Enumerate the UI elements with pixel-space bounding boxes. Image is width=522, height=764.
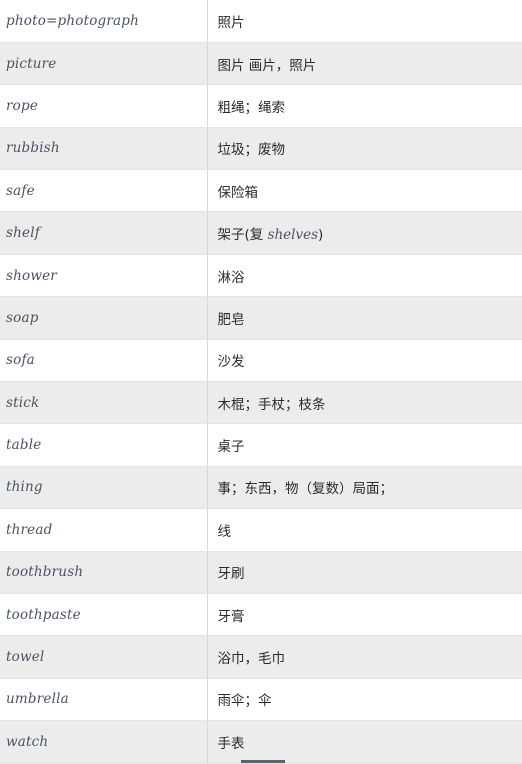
vocabulary-table: photo=photograph 照片 picture 图片 画片，照片 rope 粗绳；…	[0, 0, 522, 764]
chinese-gloss-cell: 淋浴	[207, 254, 522, 298]
vocabulary-table-body: photo=photograph 照片 picture 图片 画片，照片 rope 粗绳；…	[0, 0, 522, 764]
table-row[interactable]: rubbish 垃圾；废物	[0, 127, 522, 171]
english-term-cell: shelf	[0, 211, 208, 255]
table-row[interactable]: safe 保险箱	[0, 169, 522, 213]
table-row[interactable]: sofa 沙发	[0, 339, 522, 383]
gloss-latin-fragment: shelves	[267, 227, 319, 244]
table-row[interactable]: thing 事；东西，物（复数）局面；	[0, 466, 522, 510]
table-row[interactable]: shower 淋浴	[0, 254, 522, 298]
table-row[interactable]: towel 浴巾，毛巾	[0, 635, 522, 679]
chinese-gloss-cell: 垃圾；废物	[207, 127, 522, 171]
table-row[interactable]: table 桌子	[0, 423, 522, 467]
gloss-prefix: 架子(复	[217, 227, 268, 244]
chinese-gloss-cell: 事；东西，物（复数）局面；	[207, 466, 522, 510]
english-term-cell: stick	[0, 381, 208, 425]
english-term-cell: towel	[0, 635, 208, 679]
table-row[interactable]: picture 图片 画片，照片	[0, 42, 522, 86]
table-row[interactable]: shelf 架子(复 shelves)	[0, 211, 522, 255]
table-row[interactable]: soap 肥皂	[0, 296, 522, 340]
english-term-cell: safe	[0, 169, 208, 213]
chinese-gloss-cell: 架子(复 shelves)	[207, 211, 522, 255]
chinese-gloss-cell: 粗绳；绳索	[207, 84, 522, 128]
chinese-gloss-cell: 保险箱	[207, 169, 522, 213]
english-term-cell: toothbrush	[0, 551, 208, 594]
chinese-gloss-cell: 手表	[207, 720, 522, 764]
english-term-cell: table	[0, 423, 208, 467]
chinese-gloss-cell: 照片	[207, 0, 522, 43]
english-term-cell: rubbish	[0, 127, 208, 171]
table-row[interactable]: photo=photograph 照片	[0, 0, 522, 43]
english-term-cell: watch	[0, 720, 208, 764]
table-row[interactable]: toothbrush 牙刷	[0, 551, 522, 594]
english-term-cell: toothpaste	[0, 593, 208, 637]
english-term-cell: sofa	[0, 339, 208, 383]
table-row[interactable]: umbrella 雨伞；伞	[0, 678, 522, 722]
chinese-gloss-cell: 木棍；手杖；枝条	[207, 381, 522, 425]
chinese-gloss-cell: 牙膏	[207, 593, 522, 637]
chinese-gloss-cell: 牙刷	[207, 551, 522, 594]
english-term-cell: umbrella	[0, 678, 208, 722]
chinese-gloss-cell: 图片 画片，照片	[207, 42, 522, 86]
chinese-gloss-cell: 沙发	[207, 339, 522, 383]
chinese-gloss-cell: 桌子	[207, 423, 522, 467]
table-row[interactable]: rope 粗绳；绳索	[0, 84, 522, 128]
table-row[interactable]: watch 手表	[0, 720, 522, 764]
table-row[interactable]: toothpaste 牙膏	[0, 593, 522, 637]
english-term-cell: shower	[0, 254, 208, 298]
gloss-suffix: )	[318, 227, 324, 244]
table-row[interactable]: stick 木棍；手杖；枝条	[0, 381, 522, 425]
english-term-cell: photo=photograph	[0, 0, 208, 43]
chinese-gloss-cell: 浴巾，毛巾	[207, 635, 522, 679]
chinese-gloss-cell: 雨伞；伞	[207, 678, 522, 722]
english-term-cell: thread	[0, 508, 208, 552]
chinese-gloss-cell: 肥皂	[207, 296, 522, 340]
english-term-cell: soap	[0, 296, 208, 340]
english-term-cell: picture	[0, 42, 208, 86]
english-term-cell: rope	[0, 84, 208, 128]
english-term-cell: thing	[0, 466, 208, 510]
chinese-gloss-cell: 线	[207, 508, 522, 552]
table-row[interactable]: thread 线	[0, 508, 522, 552]
